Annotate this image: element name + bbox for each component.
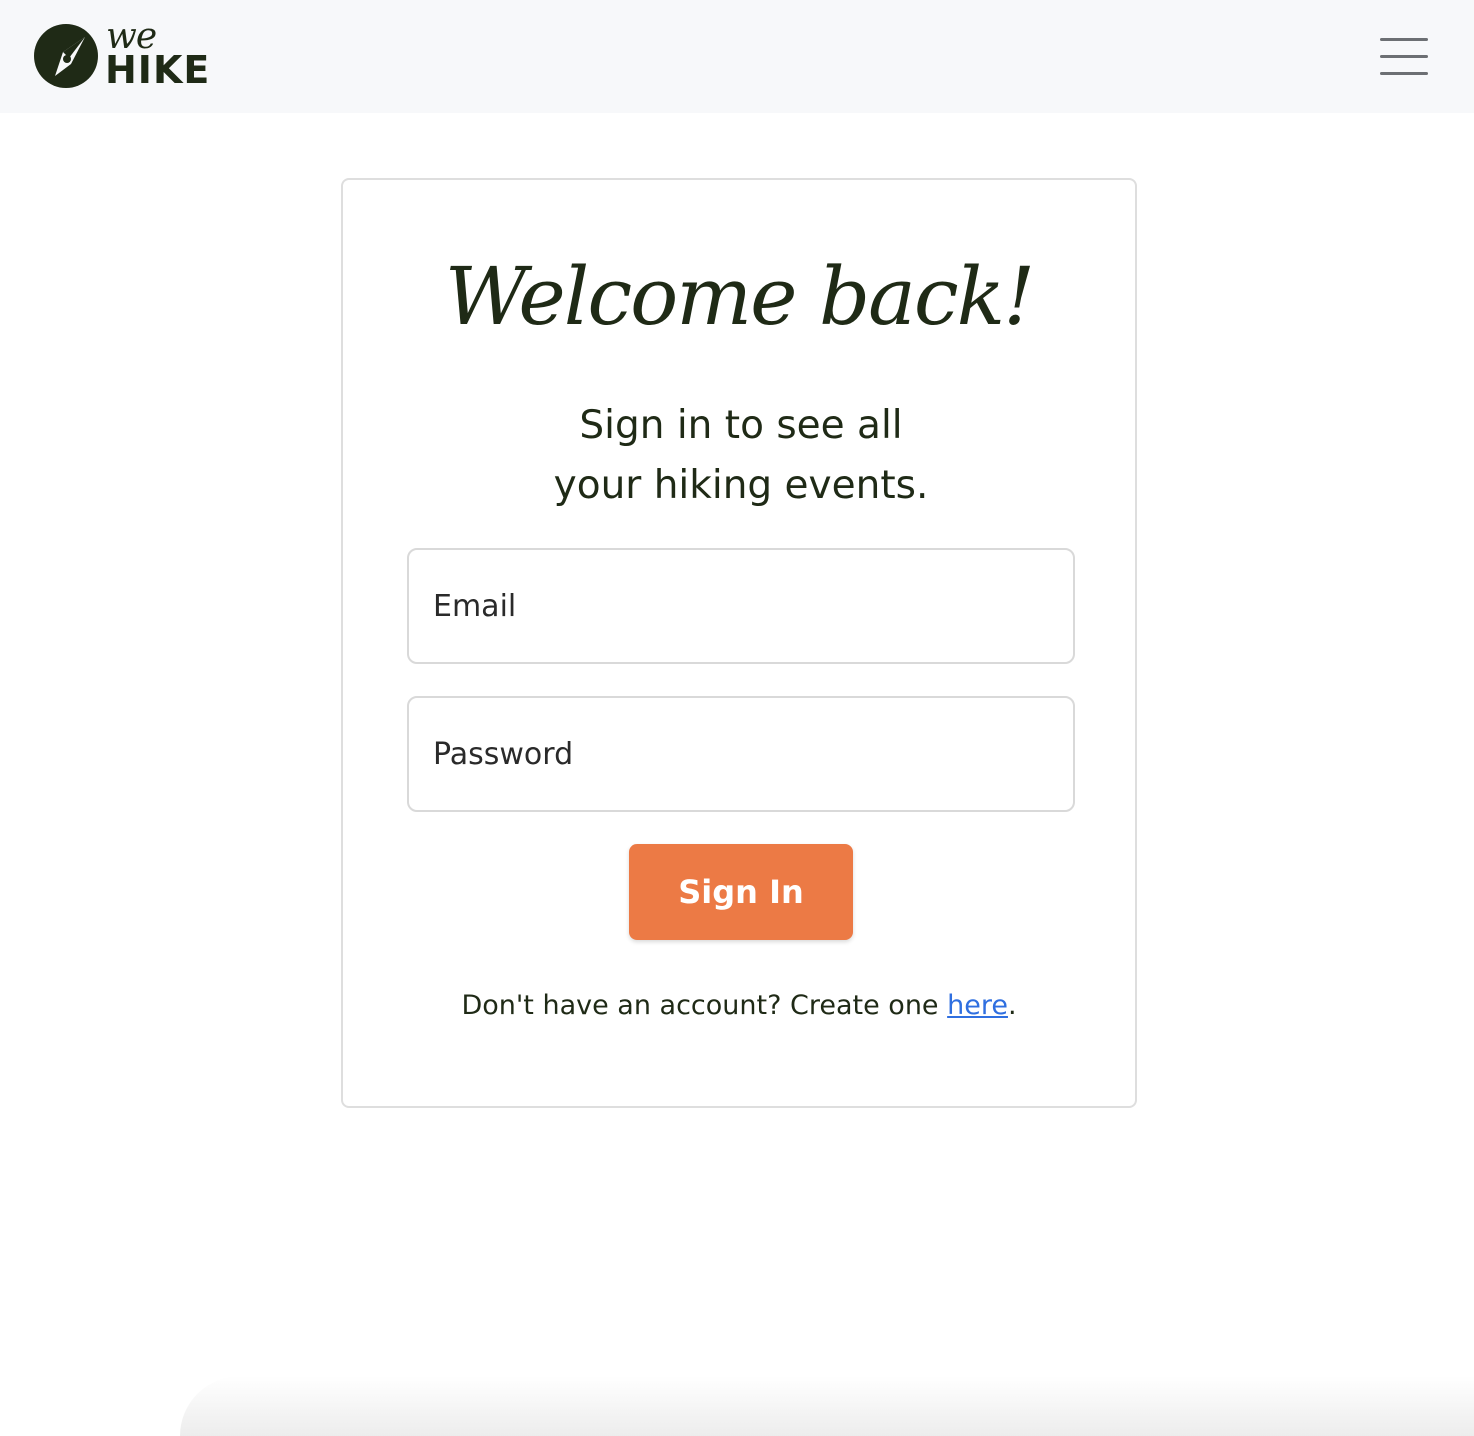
brand-logo[interactable]: we HIKE (33, 16, 223, 92)
email-field-wrapper (407, 548, 1075, 664)
compass-icon (34, 24, 98, 88)
sign-in-button[interactable]: Sign In (629, 844, 853, 940)
password-field-wrapper (407, 696, 1075, 812)
page-title: Welcome back! (444, 250, 1036, 343)
brand-hike-text: HIKE (105, 48, 211, 92)
create-account-link[interactable]: here (947, 990, 1008, 1021)
create-account-text: Don't have an account? Create one here. (343, 986, 1135, 1026)
hamburger-menu-icon[interactable] (1378, 36, 1430, 78)
bottom-shadow (180, 1376, 1474, 1436)
password-field[interactable] (409, 698, 1073, 810)
create-account-suffix: . (1007, 990, 1017, 1021)
login-card: Welcome back! Sign in to see all your hi… (341, 178, 1137, 1108)
create-account-prefix: Don't have an account? Create one (461, 990, 948, 1021)
top-navbar: we HIKE (0, 0, 1474, 113)
login-subtitle: Sign in to see all your hiking events. (553, 403, 929, 508)
email-field[interactable] (409, 550, 1073, 662)
